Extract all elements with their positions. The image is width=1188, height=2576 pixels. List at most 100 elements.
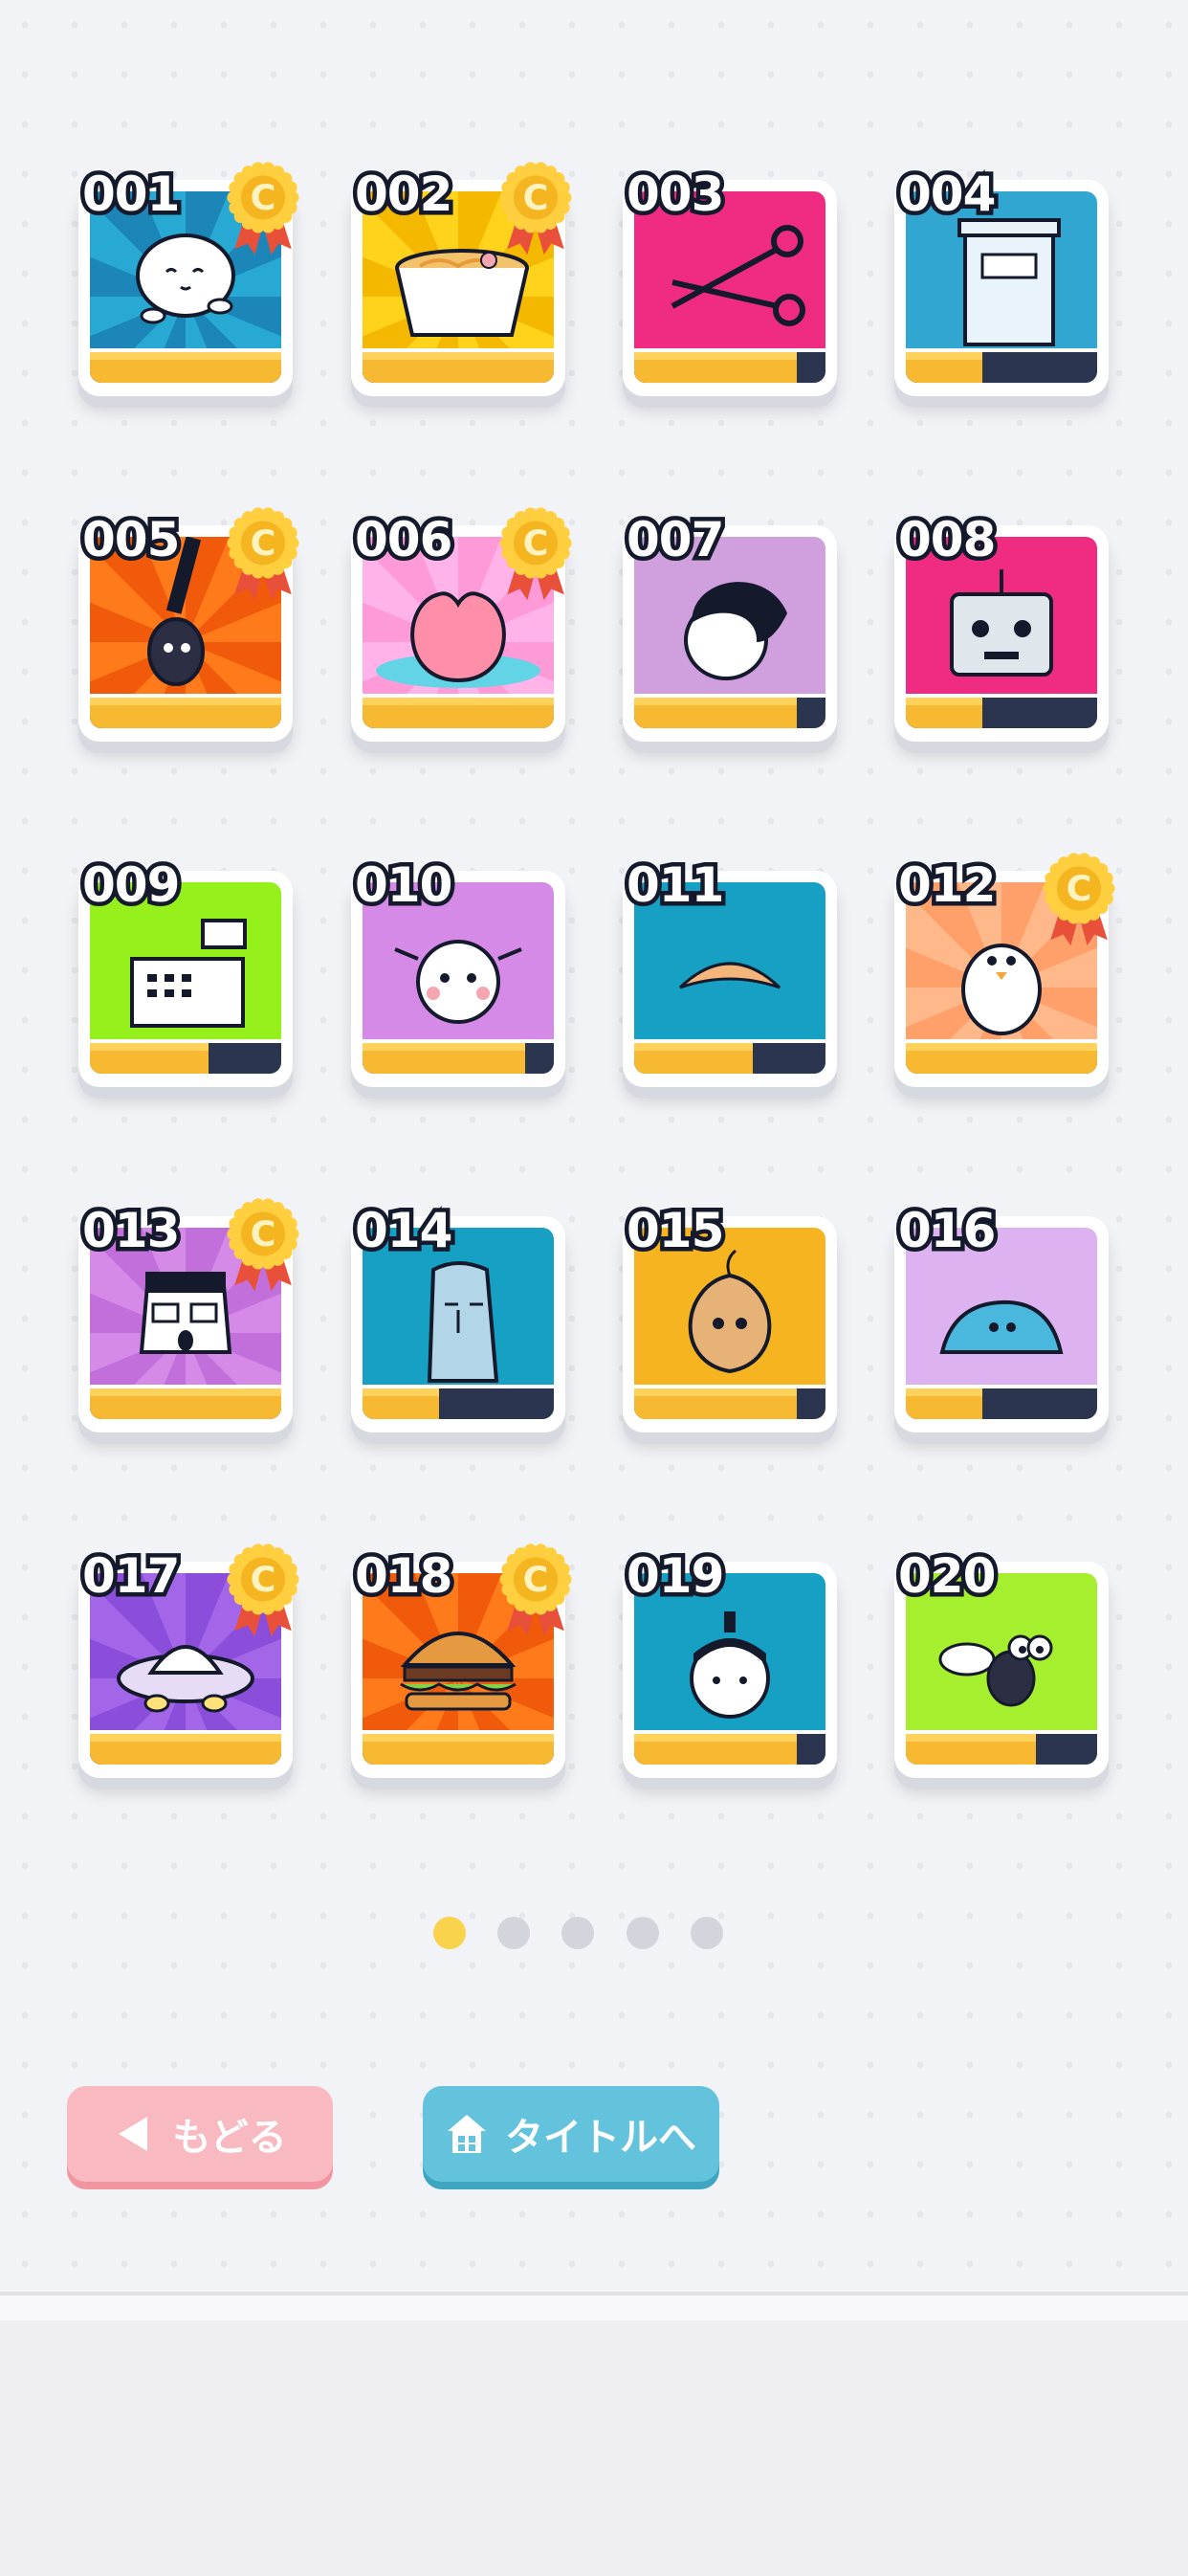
progress-bar (634, 1730, 825, 1765)
collection-tile[interactable]: 007 (622, 508, 837, 745)
progress-bar (90, 694, 281, 728)
progress-fill (634, 1388, 797, 1419)
medal-icon: C (227, 1198, 299, 1292)
collection-tile[interactable]: 013 C (77, 1198, 299, 1436)
tile-number: 006 (350, 508, 456, 572)
progress-bar (634, 694, 825, 728)
house-icon (448, 2115, 486, 2153)
progress-fill (906, 352, 982, 383)
progress-bar (90, 1730, 281, 1765)
tile-number: 004 (893, 163, 1000, 227)
progress-bar (363, 1039, 554, 1074)
progress-fill (634, 352, 797, 383)
progress-fill (363, 1734, 554, 1765)
collection-tile[interactable]: 001 C (77, 162, 299, 400)
tile-number: 003 (622, 163, 728, 227)
progress-fill (90, 698, 281, 728)
collection-tile[interactable]: 011 (622, 854, 837, 1091)
progress-fill (90, 352, 281, 383)
progress-bar (906, 348, 1097, 383)
collection-tile[interactable]: 006 C (350, 507, 572, 745)
progress-fill (634, 698, 797, 728)
collection-tile[interactable]: 009 (77, 854, 293, 1091)
left-triangle-icon (119, 2117, 148, 2151)
progress-fill (363, 1043, 525, 1074)
progress-bar (634, 348, 825, 383)
medal-letter: C (523, 522, 549, 564)
progress-bar (90, 348, 281, 383)
collection-tile[interactable]: 002 C (350, 162, 572, 400)
back-button-label: もどる (172, 2116, 287, 2160)
medal-icon: C (227, 162, 299, 255)
collection-grid: 001 C 002 C 003 004 005 C 006 C 007 008 … (0, 0, 1188, 1818)
collection-tile[interactable]: 003 (622, 163, 837, 400)
collection-tile[interactable]: 005 C (77, 507, 299, 745)
progress-fill (634, 1043, 753, 1074)
medal-letter: C (251, 177, 276, 218)
collection-tile[interactable]: 008 (893, 508, 1109, 745)
tile-number: 019 (622, 1544, 728, 1609)
tile-number: 010 (350, 854, 456, 918)
page-dot[interactable] (561, 1917, 594, 1949)
progress-fill (906, 1734, 1036, 1765)
progress-bar (906, 1730, 1097, 1765)
medal-icon: C (499, 162, 572, 255)
medal-icon: C (499, 507, 572, 601)
tile-number: 008 (893, 508, 1000, 572)
progress-fill (634, 1734, 797, 1765)
progress-fill (90, 1734, 281, 1765)
progress-fill (90, 1043, 209, 1074)
tile-number: 009 (77, 854, 184, 918)
page-dot[interactable] (497, 1917, 530, 1949)
tile-number: 007 (622, 508, 728, 572)
progress-fill (906, 698, 982, 728)
collection-tile[interactable]: 018 C (350, 1543, 572, 1782)
collection-tile[interactable]: 020 (893, 1544, 1109, 1782)
tile-number: 015 (622, 1199, 728, 1263)
page-indicator (0, 1909, 1188, 1957)
collection-tile[interactable]: 004 (893, 163, 1109, 400)
title-button[interactable]: タイトルへ (423, 2086, 719, 2182)
progress-fill (90, 1388, 281, 1419)
medal-letter: C (523, 177, 549, 218)
progress-fill (906, 1043, 1097, 1074)
progress-bar (363, 1385, 554, 1419)
progress-fill (363, 1388, 439, 1419)
back-button[interactable]: もどる (67, 2086, 333, 2182)
tile-number: 011 (622, 854, 728, 918)
progress-bar (906, 1385, 1097, 1419)
medal-icon: C (1043, 853, 1115, 946)
collection-tile[interactable]: 012 C (893, 853, 1115, 1091)
progress-bar (363, 1730, 554, 1765)
collection-tile[interactable]: 014 (350, 1199, 565, 1436)
collection-tile[interactable]: 010 (350, 854, 565, 1091)
tile-number: 016 (893, 1199, 1000, 1263)
page-dot[interactable] (627, 1917, 659, 1949)
medal-letter: C (251, 1559, 276, 1600)
medal-letter: C (1067, 868, 1092, 909)
collection-tile[interactable]: 019 (622, 1544, 837, 1782)
progress-bar (363, 348, 554, 383)
progress-bar (906, 1039, 1097, 1074)
medal-letter: C (251, 1213, 276, 1255)
medal-icon: C (227, 507, 299, 601)
bottom-bar (0, 2292, 1188, 2576)
page-dot[interactable] (691, 1917, 723, 1949)
progress-fill (363, 352, 554, 383)
collection-tile[interactable]: 015 (622, 1199, 837, 1436)
medal-icon: C (227, 1543, 299, 1637)
progress-bar (634, 1385, 825, 1419)
collection-tile[interactable]: 016 (893, 1199, 1109, 1436)
medal-letter: C (523, 1559, 549, 1600)
progress-bar (90, 1039, 281, 1074)
page-dot[interactable] (433, 1917, 466, 1949)
collection-tile[interactable]: 017 C (77, 1543, 299, 1782)
progress-fill (906, 1388, 982, 1419)
tile-number: 014 (350, 1199, 456, 1263)
progress-fill (363, 698, 554, 728)
tile-number: 020 (893, 1544, 1000, 1609)
tile-number: 012 (893, 854, 1000, 918)
medal-letter: C (251, 522, 276, 564)
tile-number: 001 (77, 163, 184, 227)
progress-bar (906, 694, 1097, 728)
